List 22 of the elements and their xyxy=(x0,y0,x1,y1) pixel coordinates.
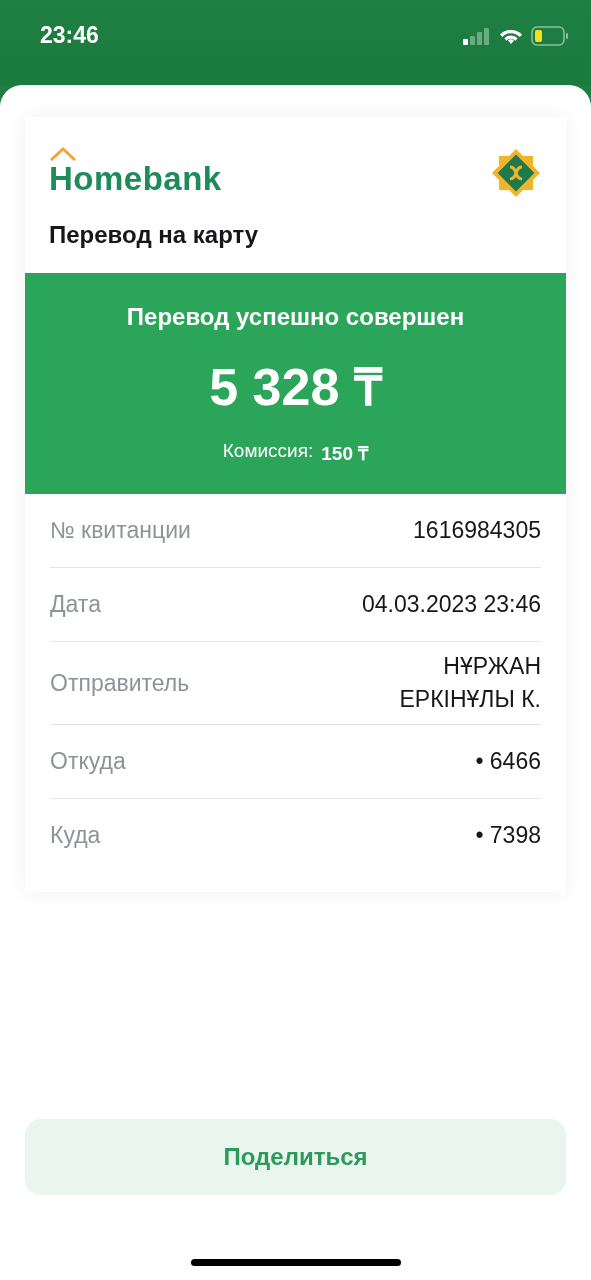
row-value: НҰРЖАН ЕРКІНҰЛЫ К. xyxy=(398,652,541,714)
battery-icon xyxy=(531,25,569,46)
row-label: Дата xyxy=(50,591,101,618)
success-message: Перевод успешно совершен xyxy=(125,303,466,331)
row-label: Отправитель xyxy=(50,669,190,697)
fee-label: Комиссия: xyxy=(222,440,314,463)
row-value: • 7398 xyxy=(475,821,541,850)
share-button[interactable]: Поделиться xyxy=(25,1119,566,1195)
row-label: № квитанции xyxy=(50,517,191,544)
signal-icon xyxy=(463,26,491,45)
row-value: • 6466 xyxy=(475,747,541,776)
receipt-title: Перевод на карту xyxy=(49,221,260,249)
row-value: 1616984305 xyxy=(413,516,541,545)
house-icon xyxy=(49,147,77,161)
row-value: 04.03.2023 23:46 xyxy=(361,590,541,619)
status-time: 23:46 xyxy=(40,22,99,49)
brand-logo: Homebank xyxy=(49,162,222,196)
row-label: Куда xyxy=(50,822,101,849)
amount: 5 328 ₸ xyxy=(208,357,384,418)
home-indicator[interactable] xyxy=(190,1259,401,1266)
fee-value: 150 ₸ xyxy=(321,442,369,466)
row-label: Откуда xyxy=(50,748,126,775)
